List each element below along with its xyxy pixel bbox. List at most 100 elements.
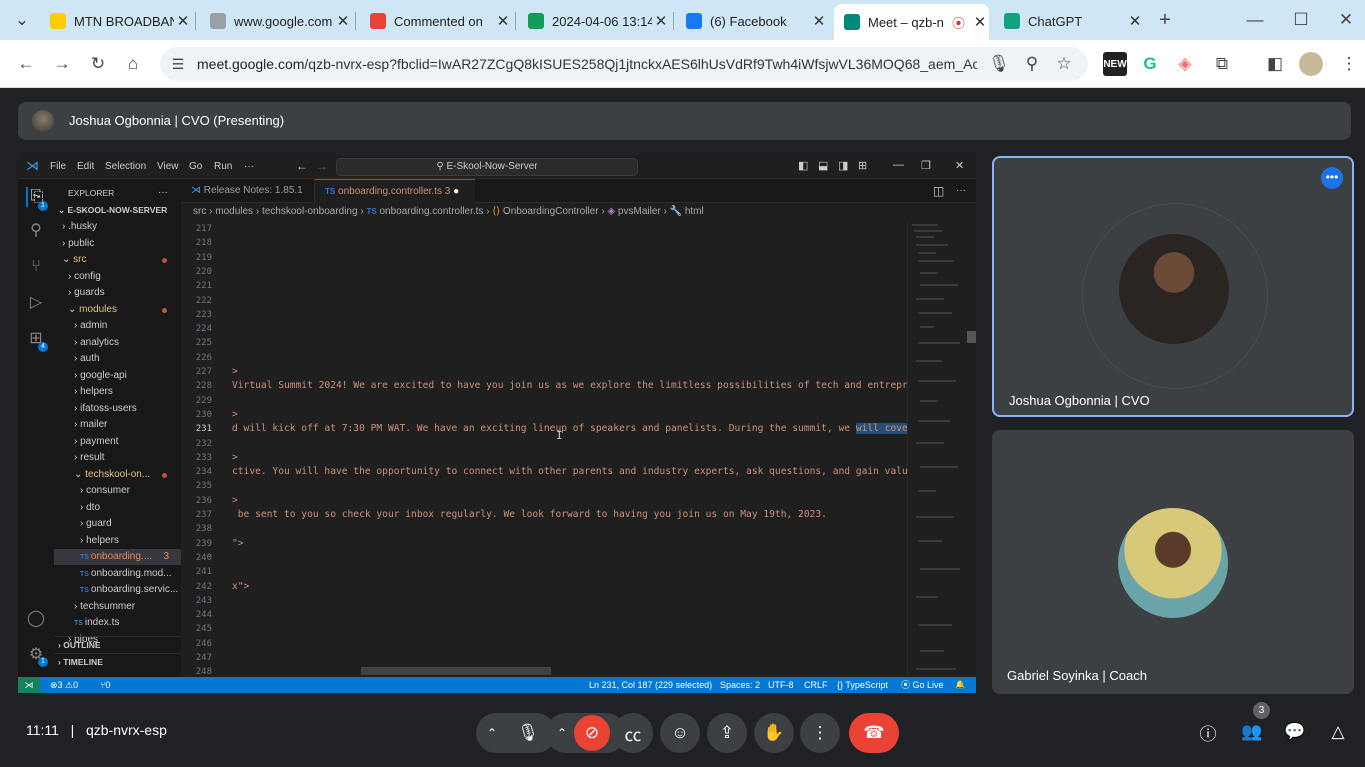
- folder-item[interactable]: › guards: [54, 285, 181, 301]
- code-line[interactable]: ">: [232, 537, 244, 551]
- folder-item[interactable]: › techsummer: [54, 599, 181, 615]
- meeting-details-icon[interactable]: ⓘ: [1195, 719, 1221, 745]
- home-icon[interactable]: ⌂: [121, 52, 145, 76]
- remote-indicator-icon[interactable]: ⋊: [18, 677, 40, 693]
- more-options-button[interactable]: ⋮: [800, 713, 840, 753]
- vscode-close-icon[interactable]: ✕: [955, 159, 964, 172]
- toggle-sidebar-icon[interactable]: ◧: [798, 159, 808, 172]
- breadcrumb-method[interactable]: pvsMailer: [618, 206, 661, 217]
- grammarly-icon[interactable]: G: [1138, 52, 1162, 76]
- browser-tab[interactable]: www.google.com ✕: [200, 6, 352, 36]
- close-tab-icon[interactable]: ✕: [494, 12, 512, 30]
- folder-item[interactable]: › consumer: [54, 483, 181, 499]
- toggle-panel-icon[interactable]: ⬓: [818, 159, 828, 172]
- outline-section[interactable]: › OUTLINE: [54, 636, 181, 652]
- customize-layout-icon[interactable]: ⊞: [858, 159, 867, 172]
- editor-more-icon[interactable]: ···: [946, 179, 966, 203]
- file-item[interactable]: TS onboarding.... 3: [54, 549, 181, 565]
- new-tab-button[interactable]: +: [1153, 8, 1177, 32]
- code-line[interactable]: d will kick off at 7:30 PM WAT. We have …: [232, 422, 907, 436]
- file-item[interactable]: TS onboarding.servic...: [54, 582, 181, 598]
- browser-tab[interactable]: Meet – qzb-n ⦿ ✕: [834, 4, 989, 40]
- folder-item[interactable]: › helpers: [54, 384, 181, 400]
- site-info-icon[interactable]: ☰: [166, 52, 190, 76]
- leave-call-button[interactable]: ☎: [849, 713, 899, 753]
- forward-arrow-icon[interactable]: →: [50, 52, 74, 76]
- participant-tile-joshua[interactable]: ••• Joshua Ogbonnia | CVO: [992, 156, 1354, 417]
- raise-hand-button[interactable]: ✋: [754, 713, 794, 753]
- status-cursor-position[interactable]: Ln 231, Col 187 (229 selected): [589, 677, 712, 693]
- present-button[interactable]: ⇪: [707, 713, 747, 753]
- breadcrumb-property[interactable]: html: [685, 206, 704, 217]
- code-line[interactable]: be sent to you so check your inbox regul…: [232, 508, 827, 522]
- breadcrumb-class[interactable]: OnboardingController: [503, 206, 599, 217]
- video-options-chevron-icon[interactable]: ⌃: [552, 726, 572, 740]
- status-eol[interactable]: CRLF: [804, 677, 828, 693]
- search-icon[interactable]: ⚲: [26, 221, 46, 241]
- reload-icon[interactable]: ↻: [86, 52, 110, 76]
- activities-icon[interactable]: △: [1325, 719, 1351, 745]
- timeline-section[interactable]: › TIMELINE: [54, 653, 181, 669]
- browser-tab[interactable]: MTN BROADBAND✕: [40, 6, 192, 36]
- source-control-icon[interactable]: ⑂: [26, 257, 46, 277]
- code-line[interactable]: ctive. You will have the opportunity to …: [232, 465, 907, 479]
- vscode-minimize-icon[interactable]: —: [893, 159, 904, 171]
- close-tab-icon[interactable]: ✕: [652, 12, 670, 30]
- code-line[interactable]: >: [232, 408, 238, 422]
- menu-run[interactable]: Run: [214, 161, 232, 172]
- reactions-button[interactable]: ☺: [660, 713, 700, 753]
- audio-options-chevron-icon[interactable]: ⌃: [482, 726, 502, 740]
- address-url[interactable]: meet.google.com/qzb-nvrx-esp?fbclid=IwAR…: [197, 56, 977, 72]
- status-ports[interactable]: ⑂0: [100, 677, 110, 693]
- vertical-scrollbar[interactable]: [967, 221, 976, 677]
- minimize-button[interactable]: —: [1243, 8, 1267, 32]
- back-arrow-icon[interactable]: ←: [14, 52, 38, 76]
- close-window-button[interactable]: ✕: [1334, 8, 1358, 32]
- folder-item[interactable]: › helpers: [54, 533, 181, 549]
- folder-item[interactable]: › guard: [54, 516, 181, 532]
- file-item[interactable]: TS onboarding.mod...: [54, 566, 181, 582]
- zoom-icon[interactable]: ⚲: [1020, 52, 1044, 76]
- side-panel-icon[interactable]: ◧: [1263, 52, 1287, 76]
- code-line[interactable]: Virtual Summit 2024! We are excited to h…: [232, 379, 907, 393]
- nav-back-icon[interactable]: ←: [296, 159, 308, 173]
- breadcrumb-folder[interactable]: techskool-onboarding: [262, 206, 358, 217]
- extensions-puzzle-icon[interactable]: ⧉: [1210, 52, 1234, 76]
- code-line[interactable]: >: [232, 494, 238, 508]
- menu-file[interactable]: File: [50, 161, 66, 172]
- menu-more[interactable]: ···: [244, 161, 254, 172]
- browser-tab[interactable]: (6) Facebook ✕: [676, 6, 828, 36]
- folder-item[interactable]: › analytics: [54, 335, 181, 351]
- explorer-more-icon[interactable]: ···: [158, 185, 178, 201]
- browser-tab[interactable]: ChatGPT ✕: [994, 6, 1144, 36]
- tab-search-icon[interactable]: ⌄: [10, 8, 34, 32]
- microphone-icon[interactable]: 🎙: [987, 52, 1011, 76]
- tab-onboarding-controller[interactable]: TS onboarding.controller.ts 3 ●: [315, 179, 475, 203]
- status-language[interactable]: {} TypeScript: [837, 677, 888, 693]
- new-extension-icon[interactable]: NEW: [1103, 52, 1127, 76]
- breadcrumb-src[interactable]: src: [193, 206, 206, 217]
- people-icon[interactable]: 👥: [1239, 719, 1265, 745]
- folder-item[interactable]: › dto: [54, 500, 181, 516]
- notifications-bell-icon[interactable]: 🔔: [955, 677, 965, 693]
- breadcrumb-file[interactable]: onboarding.controller.ts: [379, 206, 483, 217]
- file-item[interactable]: TS index.ts: [54, 615, 181, 631]
- code-line[interactable]: x">: [232, 580, 249, 594]
- toggle-secondary-sidebar-icon[interactable]: ◨: [838, 159, 848, 172]
- folder-item[interactable]: › mailer: [54, 417, 181, 433]
- menu-view[interactable]: View: [157, 161, 179, 172]
- folder-item[interactable]: › result: [54, 450, 181, 466]
- folder-item[interactable]: › payment: [54, 434, 181, 450]
- close-tab-icon[interactable]: ✕: [334, 12, 352, 30]
- split-editor-icon[interactable]: ◫: [923, 179, 944, 203]
- bookmark-star-icon[interactable]: ☆: [1052, 52, 1076, 76]
- close-tab-icon[interactable]: ✕: [971, 13, 989, 31]
- captions-button[interactable]: ㏄: [613, 713, 653, 753]
- folder-item[interactable]: › public: [54, 236, 181, 252]
- close-tab-icon[interactable]: ✕: [810, 12, 828, 30]
- extension-icon[interactable]: ◈: [1173, 52, 1197, 76]
- command-center-search[interactable]: ⚲ E-Skool-Now-Server: [336, 158, 638, 176]
- menu-go[interactable]: Go: [189, 161, 202, 172]
- tab-release-notes[interactable]: ⋊ Release Notes: 1.85.1: [181, 179, 315, 203]
- tile-more-options-icon[interactable]: •••: [1321, 167, 1343, 189]
